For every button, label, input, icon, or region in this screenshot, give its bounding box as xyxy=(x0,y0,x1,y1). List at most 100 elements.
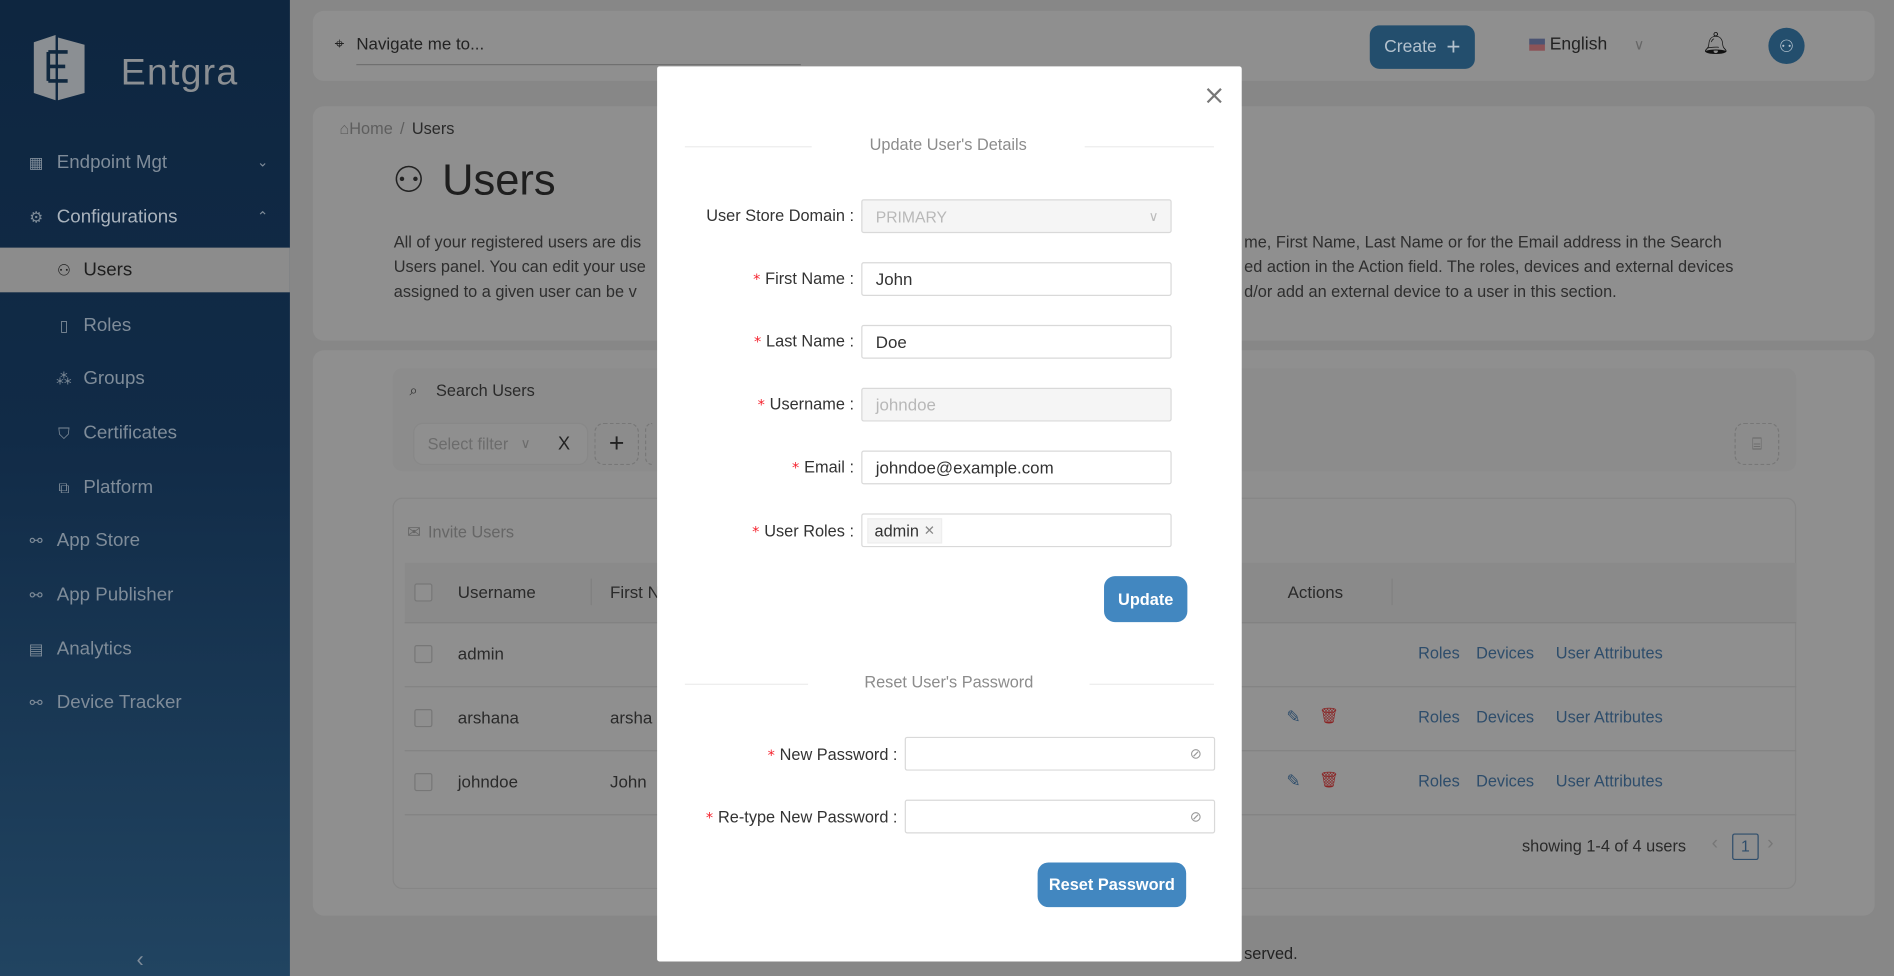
devices-link[interactable]: Devices xyxy=(1476,772,1534,790)
label-text: Username xyxy=(769,394,845,414)
devices-link[interactable]: Devices xyxy=(1476,708,1534,726)
sidebar-item-roles[interactable]: ▯ Roles xyxy=(0,303,290,348)
divider xyxy=(684,683,809,685)
column-divider xyxy=(1391,578,1393,606)
invite-users-label: Invite Users xyxy=(427,523,515,542)
gear-icon: ⚙ xyxy=(29,207,44,226)
roles-link[interactable]: Roles xyxy=(1418,644,1460,662)
retype-password-input[interactable]: ⊘ xyxy=(904,799,1216,834)
pagination-next[interactable]: › xyxy=(1767,833,1773,855)
sidebar-item-label: App Store xyxy=(56,529,141,551)
sidebar-item-label: App Publisher xyxy=(56,584,174,605)
cell-first-name: arsha xyxy=(609,707,653,728)
details-section-title: Update User's Details xyxy=(869,135,1027,154)
sidebar-item-endpoint-mgt[interactable]: ▦ Endpoint Mgt ⌄ xyxy=(0,140,290,185)
cell-first-name: John xyxy=(609,771,647,792)
user-attributes-link[interactable]: User Attributes xyxy=(1556,644,1663,662)
breadcrumb-home-label: Home xyxy=(349,119,393,138)
plug-icon: ⚯ xyxy=(29,530,43,549)
sidebar-item-device-tracker[interactable]: ⚯ Device Tracker xyxy=(0,680,290,725)
label-text: Re-type New Password xyxy=(718,808,889,827)
edit-icon[interactable]: ✎ xyxy=(1286,771,1300,792)
filter-select[interactable]: Select filter ∨ X xyxy=(413,422,589,466)
home-icon: ⌂ xyxy=(339,119,350,138)
sidebar-item-label: Groups xyxy=(83,367,145,389)
filter-button[interactable] xyxy=(645,422,653,466)
last-name-input[interactable]: Doe xyxy=(861,324,1172,359)
building-icon: ▤ xyxy=(28,639,44,658)
row-checkbox[interactable] xyxy=(414,773,433,792)
sidebar-item-configurations[interactable]: ⚙ Configurations ⌃ xyxy=(0,194,290,239)
language-label: English xyxy=(1549,35,1608,55)
select-all-checkbox[interactable] xyxy=(414,583,433,602)
devices-link[interactable]: Devices xyxy=(1476,644,1534,662)
pagination-prev[interactable]: ‹ xyxy=(1712,833,1718,855)
label-text: Email xyxy=(804,457,845,476)
chevron-left-icon[interactable]: ‹ xyxy=(136,947,143,972)
reset-password-button[interactable]: Reset Password xyxy=(1037,862,1187,908)
sidebar-item-groups[interactable]: ⁂ Groups xyxy=(0,356,290,401)
column-header-first-name[interactable]: First N xyxy=(610,582,660,601)
plus-icon: + xyxy=(1446,33,1461,60)
breadcrumb-home[interactable]: ⌂Home xyxy=(339,120,392,138)
avatar[interactable]: ⚇ xyxy=(1768,27,1805,65)
clear-all-icon[interactable]: ⌸ xyxy=(1734,422,1780,466)
roles-link[interactable]: Roles xyxy=(1418,708,1460,726)
username-label: * Username : xyxy=(757,394,854,414)
delete-icon[interactable]: 🗑︎ xyxy=(1319,771,1339,790)
sidebar-item-label: Endpoint Mgt xyxy=(56,151,168,173)
user-icon: ⚇ xyxy=(56,260,72,279)
row-checkbox[interactable] xyxy=(414,645,433,664)
pagination-page-1[interactable]: 1 xyxy=(1732,833,1759,861)
search-title: Search Users xyxy=(436,381,535,400)
clear-filter-button[interactable]: X xyxy=(558,434,570,455)
divider xyxy=(1084,146,1214,148)
filter-placeholder: Select filter xyxy=(427,434,509,453)
label-text: User Roles xyxy=(764,521,845,540)
email-label: * Email : xyxy=(792,457,854,476)
us-flag-icon xyxy=(1529,38,1545,51)
sidebar-item-users[interactable]: ⚇ Users xyxy=(0,247,290,293)
user-roles-select[interactable]: admin ✕ xyxy=(861,513,1172,548)
shield-icon: ⛉ xyxy=(58,423,70,442)
eye-invisible-icon[interactable]: ⊘ xyxy=(1190,745,1202,762)
grid-icon: ▦ xyxy=(28,152,44,171)
email-input[interactable]: johndoe@example.com xyxy=(861,450,1172,485)
remove-tag-icon[interactable]: ✕ xyxy=(924,522,935,538)
description-line: ed action in the Action field. The roles… xyxy=(1244,257,1734,276)
bell-icon[interactable]: 🔔︎ xyxy=(1702,31,1730,56)
sidebar-item-app-publisher[interactable]: ⚯ App Publisher xyxy=(0,573,290,618)
eye-invisible-icon[interactable]: ⊘ xyxy=(1190,808,1202,825)
sidebar-item-analytics[interactable]: ▤ Analytics xyxy=(0,627,290,672)
role-tag: admin ✕ xyxy=(867,517,943,543)
domain-label: User Store Domain : xyxy=(706,206,854,225)
sidebar-item-app-store[interactable]: ⚯ App Store xyxy=(0,518,290,563)
breadcrumb: ⌂Home / Users xyxy=(339,120,454,138)
invite-users-button[interactable]: ✉ Invite Users xyxy=(407,523,514,542)
user-attributes-link[interactable]: User Attributes xyxy=(1556,708,1663,726)
create-button[interactable]: Create + xyxy=(1369,25,1475,69)
user-attributes-link[interactable]: User Attributes xyxy=(1556,772,1663,790)
delete-icon[interactable]: 🗑︎ xyxy=(1319,707,1339,726)
new-password-input[interactable]: ⊘ xyxy=(904,736,1216,771)
column-header-username[interactable]: Username xyxy=(458,582,536,601)
close-button[interactable]: × xyxy=(1203,81,1225,111)
plug-icon: ⚯ xyxy=(29,692,43,711)
first-name-input[interactable]: John xyxy=(861,262,1172,296)
edit-icon[interactable]: ✎ xyxy=(1286,707,1300,728)
username-input: johndoe xyxy=(861,387,1172,422)
roles-link[interactable]: Roles xyxy=(1418,772,1460,790)
navigate-input[interactable]: Navigate me to... xyxy=(356,34,801,66)
label-text: First Name xyxy=(765,269,845,288)
row-checkbox[interactable] xyxy=(414,709,433,728)
add-filter-button[interactable]: + xyxy=(594,422,639,466)
language-select[interactable]: English ∨ xyxy=(1529,35,1644,54)
sidebar-item-platform[interactable]: ⧉ Platform xyxy=(0,465,290,510)
label-text: User Store Domain xyxy=(706,206,845,225)
sidebar-item-certificates[interactable]: ⛉ Certificates xyxy=(0,411,290,456)
pagination-summary: showing 1-4 of 4 users xyxy=(1521,837,1687,856)
input-value: Doe xyxy=(875,332,907,352)
sidebar-item-label: Certificates xyxy=(83,422,177,443)
update-button[interactable]: Update xyxy=(1104,576,1188,623)
chevron-down-icon: ∨ xyxy=(520,437,531,452)
